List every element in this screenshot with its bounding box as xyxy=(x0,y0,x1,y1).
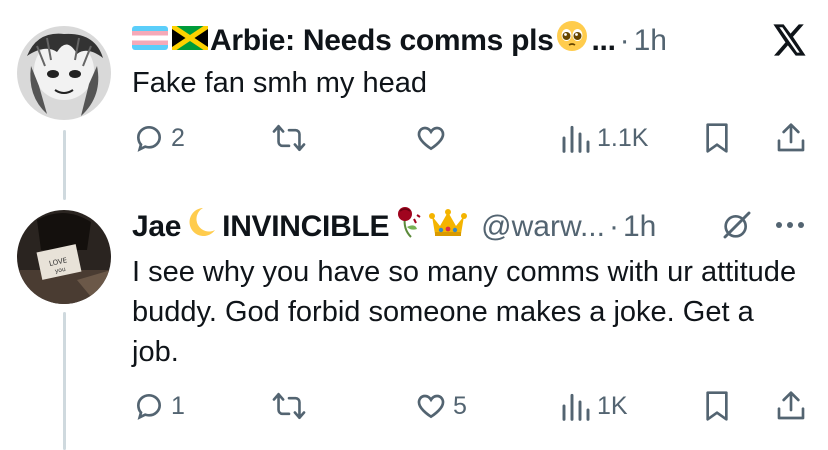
share-icon xyxy=(777,123,805,152)
reply-icon xyxy=(136,393,162,420)
views-count: 1K xyxy=(597,391,628,420)
timestamp[interactable]: 1h xyxy=(623,209,656,245)
tweet-text: Fake fan smh my head xyxy=(132,67,427,99)
wilted-rose-icon xyxy=(393,205,423,248)
bookmark-button[interactable] xyxy=(703,122,731,154)
thread-line-bottom xyxy=(63,312,66,450)
views-button[interactable]: 1K xyxy=(561,390,628,422)
tweet-text: I see why you have so many comms with ur… xyxy=(132,256,797,368)
tweet-header: Jae INVINCIBLE @warw... · 1h xyxy=(132,205,656,248)
tweet-header: Arbie: Needs comms pls ... · 1h xyxy=(132,20,667,61)
grok-icon[interactable] xyxy=(721,209,753,246)
bookmark-icon xyxy=(706,391,728,421)
bookmark-button[interactable] xyxy=(703,390,731,422)
views-icon xyxy=(562,393,590,421)
separator-dot: · xyxy=(619,23,630,57)
display-name-suffix[interactable]: INVINCIBLE xyxy=(222,209,389,245)
crown-icon xyxy=(429,206,468,247)
share-button[interactable] xyxy=(776,390,806,422)
separator-dot: · xyxy=(608,209,619,243)
repost-button[interactable] xyxy=(272,122,306,154)
heart-icon xyxy=(417,394,445,419)
repost-icon xyxy=(272,392,306,420)
jamaica-flag-icon xyxy=(170,23,210,59)
more-icon[interactable] xyxy=(773,218,807,236)
timestamp[interactable]: 1h xyxy=(634,23,667,59)
avatar[interactable] xyxy=(17,26,111,120)
share-icon xyxy=(777,391,805,420)
share-button[interactable] xyxy=(776,122,806,154)
heart-icon xyxy=(417,126,445,151)
trans-flag-icon xyxy=(132,23,168,59)
reply-count: 1 xyxy=(171,391,185,420)
reply-button[interactable]: 1 xyxy=(133,390,185,422)
avatar[interactable]: LOVE you xyxy=(17,210,111,304)
name-ellipsis: ... xyxy=(591,23,616,57)
display-name-prefix[interactable]: Jae xyxy=(132,209,181,245)
views-button[interactable]: 1.1K xyxy=(561,122,648,154)
like-button[interactable]: 5 xyxy=(415,390,467,422)
bookmark-icon xyxy=(706,123,728,153)
like-button[interactable] xyxy=(415,122,447,154)
reply-icon xyxy=(136,125,162,152)
reply-count: 2 xyxy=(171,123,185,152)
display-name[interactable]: Arbie: Needs comms pls xyxy=(210,23,554,59)
repost-button[interactable] xyxy=(272,390,306,422)
reply-button[interactable]: 2 xyxy=(133,122,185,154)
views-count: 1.1K xyxy=(597,123,649,152)
crescent-moon-icon xyxy=(189,206,219,247)
pleading-face-icon xyxy=(556,20,588,61)
views-icon xyxy=(562,125,590,153)
thread-line-top xyxy=(63,130,66,200)
repost-icon xyxy=(272,124,306,152)
like-count: 5 xyxy=(453,391,467,420)
handle[interactable]: @warw... xyxy=(481,209,605,245)
x-logo-icon[interactable] xyxy=(773,24,807,61)
